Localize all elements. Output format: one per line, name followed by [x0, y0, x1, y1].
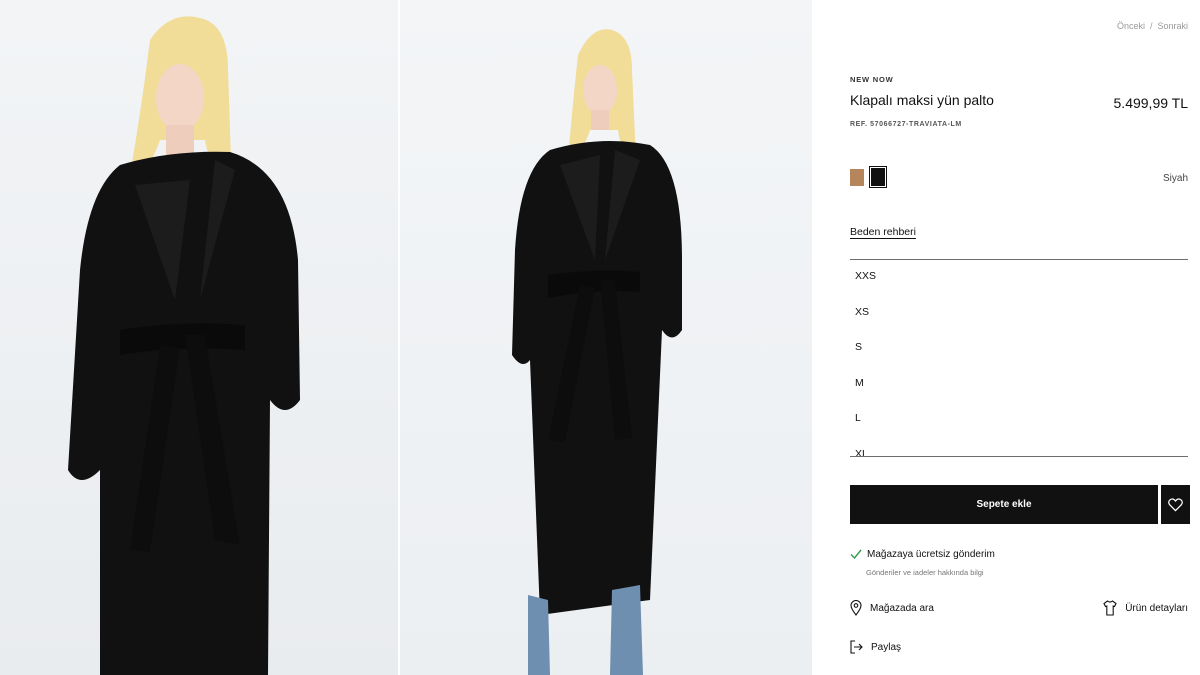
product-tag: NEW NOW	[850, 75, 894, 84]
selected-color-name: Siyah	[1162, 173, 1188, 184]
product-gallery	[0, 0, 812, 675]
product-details-label: Ürün detayları	[1125, 602, 1188, 614]
product-details-button[interactable]: Ürün detayları	[1103, 600, 1188, 616]
size-option-s[interactable]: S	[850, 331, 1188, 367]
product-page: Önceki / Sonraki NEW NOW Klapalı maksi yün…	[0, 0, 1200, 675]
add-to-cart-button[interactable]: Sepete ekle	[850, 485, 1158, 524]
find-in-store-button[interactable]: Mağazada ara	[850, 600, 934, 616]
model-image-2	[512, 29, 682, 675]
next-link[interactable]: Sonraki	[1157, 21, 1188, 31]
find-in-store-label: Mağazada ara	[870, 602, 934, 614]
color-swatches	[850, 166, 887, 188]
share-label: Paylaş	[871, 641, 902, 653]
product-title: Klapalı maksi yün palto	[850, 92, 994, 108]
prev-link[interactable]: Önceki	[1117, 21, 1145, 31]
check-icon	[850, 549, 862, 560]
share-icon	[850, 640, 863, 654]
model-image-1	[68, 16, 300, 675]
product-info-panel: Önceki / Sonraki NEW NOW Klapalı maksi yün…	[812, 0, 1200, 675]
size-option-xxs[interactable]: XXS	[850, 260, 1188, 296]
size-guide-link[interactable]: Beden rehberi	[850, 226, 916, 238]
size-option-l[interactable]: L	[850, 402, 1188, 438]
share-button[interactable]: Paylaş	[850, 640, 901, 654]
size-option-xl[interactable]: XL	[850, 438, 1188, 457]
shirt-icon	[1103, 600, 1117, 616]
heart-icon	[1168, 497, 1183, 512]
size-list[interactable]: XXS XS S M L XL	[850, 260, 1188, 456]
size-option-m[interactable]: M	[850, 367, 1188, 403]
nav-separator: /	[1149, 21, 1153, 31]
product-photo-front-close[interactable]	[0, 0, 398, 675]
product-photo-front-full[interactable]	[400, 0, 812, 675]
product-price: 5.499,99 TL	[1113, 95, 1188, 111]
shipping-title: Mağazaya ücretsiz gönderim	[867, 549, 995, 560]
color-swatch-camel[interactable]	[850, 169, 864, 186]
favorite-button[interactable]	[1161, 485, 1190, 524]
size-list-bottom-divider	[850, 456, 1188, 457]
product-ref: REF. 57066727-TRAVIATA-LM	[850, 121, 962, 128]
location-pin-icon	[850, 600, 862, 616]
prev-next-nav: Önceki / Sonraki	[1117, 21, 1188, 31]
add-to-cart-label: Sepete ekle	[976, 499, 1032, 510]
shipping-info-link[interactable]: Gönderiler ve iadeler hakkında bilgi	[866, 568, 984, 577]
size-option-xs[interactable]: XS	[850, 296, 1188, 332]
color-swatch-black[interactable]	[869, 166, 887, 188]
